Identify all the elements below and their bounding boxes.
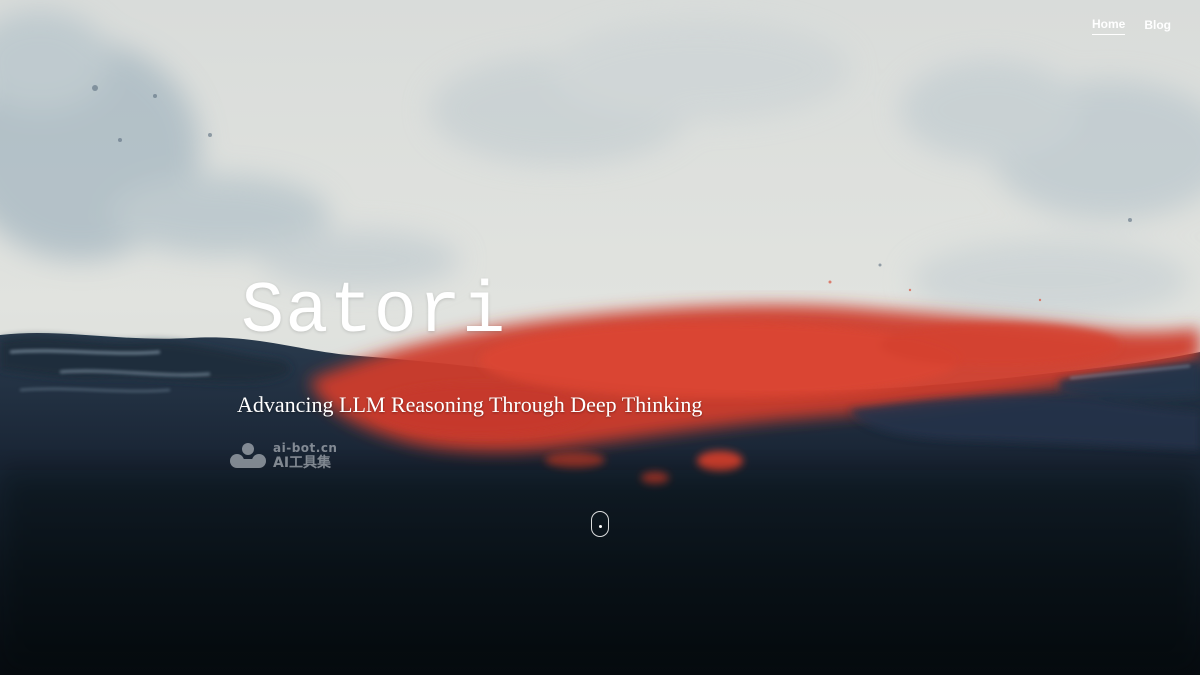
hero-section: Home Blog Satori Advancing LLM Reasoning…: [0, 0, 1200, 675]
watermark-logo-icon: [230, 443, 266, 468]
watermark: ai-bot.cn AI工具集: [228, 441, 337, 471]
hero-title: Satori: [241, 271, 507, 353]
scroll-dot: [599, 525, 602, 528]
watermark-domain: ai-bot.cn: [273, 441, 338, 455]
watermark-name: AI工具集: [273, 455, 332, 471]
nav-home-link[interactable]: Home: [1091, 17, 1126, 35]
mouse-scroll-icon[interactable]: [591, 511, 609, 537]
top-nav: Home Blog: [1091, 17, 1171, 35]
nav-blog-link[interactable]: Blog: [1144, 18, 1171, 35]
hero-background: [0, 0, 1200, 675]
hero-subtitle: Advancing LLM Reasoning Through Deep Thi…: [237, 392, 703, 417]
